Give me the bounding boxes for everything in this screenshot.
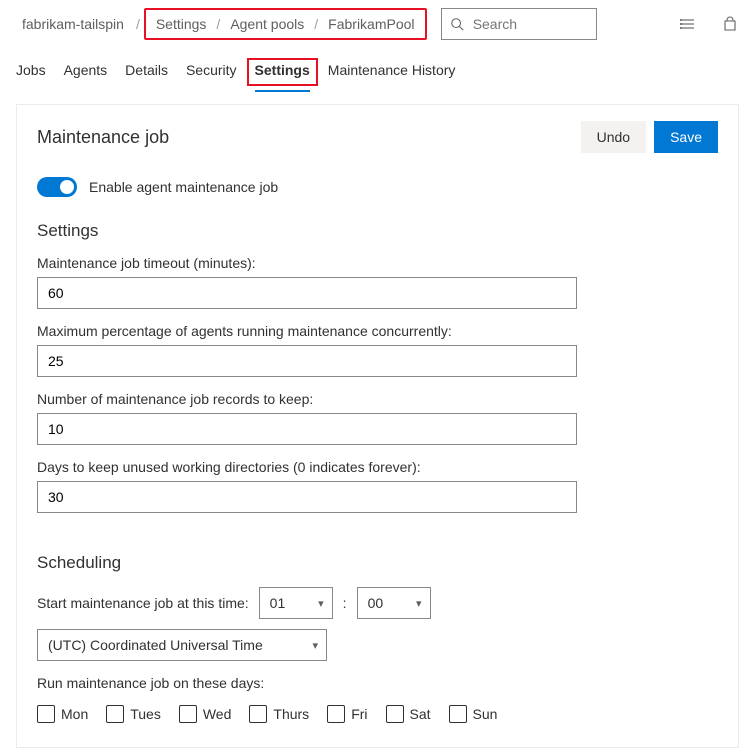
- enable-maintenance-label: Enable agent maintenance job: [89, 179, 278, 195]
- day-sun[interactable]: Sun: [449, 705, 498, 723]
- breadcrumb-sep: /: [310, 16, 322, 32]
- field-records: Number of maintenance job records to kee…: [37, 391, 718, 445]
- checkbox[interactable]: [106, 705, 124, 723]
- records-label: Number of maintenance job records to kee…: [37, 391, 718, 407]
- tab-settings-highlight: Settings: [247, 58, 318, 86]
- tab-maintenance-history[interactable]: Maintenance History: [328, 58, 456, 82]
- timeout-input[interactable]: [37, 277, 577, 309]
- settings-heading: Settings: [37, 221, 718, 241]
- minute-value: 00: [368, 595, 384, 611]
- chevron-down-icon: ▾: [312, 639, 318, 652]
- checkbox[interactable]: [386, 705, 404, 723]
- breadcrumb-agent-pools[interactable]: Agent pools: [224, 14, 310, 34]
- days-keep-label: Days to keep unused working directories …: [37, 459, 718, 475]
- timezone-select[interactable]: (UTC) Coordinated Universal Time ▾: [37, 629, 327, 661]
- day-label: Sun: [473, 706, 498, 722]
- max-pct-label: Maximum percentage of agents running mai…: [37, 323, 718, 339]
- minute-select[interactable]: 00 ▾: [357, 587, 431, 619]
- breadcrumb-highlight: Settings / Agent pools / FabrikamPool: [144, 8, 427, 40]
- checkbox[interactable]: [249, 705, 267, 723]
- start-time-label: Start maintenance job at this time:: [37, 595, 249, 611]
- timeout-label: Maintenance job timeout (minutes):: [37, 255, 718, 271]
- tabs: Jobs Agents Details Security Settings Ma…: [0, 48, 755, 92]
- day-label: Fri: [351, 706, 367, 722]
- day-mon[interactable]: Mon: [37, 705, 88, 723]
- days-field: Run maintenance job on these days: Mon T…: [37, 675, 718, 723]
- day-sat[interactable]: Sat: [386, 705, 431, 723]
- day-fri[interactable]: Fri: [327, 705, 367, 723]
- enable-maintenance-toggle[interactable]: [37, 177, 77, 197]
- day-label: Mon: [61, 706, 88, 722]
- page-title: Maintenance job: [37, 127, 169, 148]
- hour-value: 01: [270, 595, 286, 611]
- breadcrumb-settings[interactable]: Settings: [150, 14, 213, 34]
- scheduling-heading: Scheduling: [37, 553, 718, 573]
- breadcrumb-org[interactable]: fabrikam-tailspin: [16, 14, 130, 34]
- breadcrumb: fabrikam-tailspin / Settings / Agent poo…: [16, 8, 427, 40]
- checkbox[interactable]: [179, 705, 197, 723]
- field-max-pct: Maximum percentage of agents running mai…: [37, 323, 718, 377]
- checkbox[interactable]: [327, 705, 345, 723]
- tab-security[interactable]: Security: [186, 58, 237, 82]
- checkbox[interactable]: [37, 705, 55, 723]
- timezone-value: (UTC) Coordinated Universal Time: [48, 637, 263, 653]
- tab-agents[interactable]: Agents: [64, 58, 108, 82]
- save-button[interactable]: Save: [654, 121, 718, 153]
- top-icons: [679, 15, 739, 33]
- search-box[interactable]: [441, 8, 597, 40]
- day-label: Thurs: [273, 706, 309, 722]
- time-colon: :: [343, 595, 347, 611]
- list-view-icon[interactable]: [679, 15, 697, 33]
- day-label: Tues: [130, 706, 161, 722]
- hour-select[interactable]: 01 ▾: [259, 587, 333, 619]
- day-thurs[interactable]: Thurs: [249, 705, 309, 723]
- day-wed[interactable]: Wed: [179, 705, 232, 723]
- days-row: Mon Tues Wed Thurs Fri Sat Sun: [37, 705, 718, 723]
- enable-toggle-row: Enable agent maintenance job: [37, 177, 718, 197]
- tab-jobs[interactable]: Jobs: [16, 58, 46, 82]
- shopping-bag-icon[interactable]: [721, 15, 739, 33]
- schedule-time-row: Start maintenance job at this time: 01 ▾…: [37, 587, 718, 661]
- search-input[interactable]: [471, 15, 588, 33]
- day-label: Sat: [410, 706, 431, 722]
- chevron-down-icon: ▾: [416, 597, 422, 610]
- checkbox[interactable]: [449, 705, 467, 723]
- breadcrumb-pool-name[interactable]: FabrikamPool: [322, 14, 420, 34]
- chevron-down-icon: ▾: [318, 597, 324, 610]
- days-keep-input[interactable]: [37, 481, 577, 513]
- max-pct-input[interactable]: [37, 345, 577, 377]
- field-days-keep: Days to keep unused working directories …: [37, 459, 718, 513]
- field-timeout: Maintenance job timeout (minutes):: [37, 255, 718, 309]
- top-bar: fabrikam-tailspin / Settings / Agent poo…: [0, 0, 755, 48]
- records-input[interactable]: [37, 413, 577, 445]
- card-header: Maintenance job Undo Save: [37, 121, 718, 153]
- search-icon: [450, 15, 465, 33]
- tab-details[interactable]: Details: [125, 58, 168, 82]
- tab-settings[interactable]: Settings: [255, 58, 310, 82]
- breadcrumb-sep: /: [132, 16, 144, 32]
- days-label: Run maintenance job on these days:: [37, 675, 718, 691]
- settings-card: Maintenance job Undo Save Enable agent m…: [16, 104, 739, 748]
- undo-button[interactable]: Undo: [581, 121, 646, 153]
- day-label: Wed: [203, 706, 232, 722]
- day-tues[interactable]: Tues: [106, 705, 161, 723]
- breadcrumb-sep: /: [212, 16, 224, 32]
